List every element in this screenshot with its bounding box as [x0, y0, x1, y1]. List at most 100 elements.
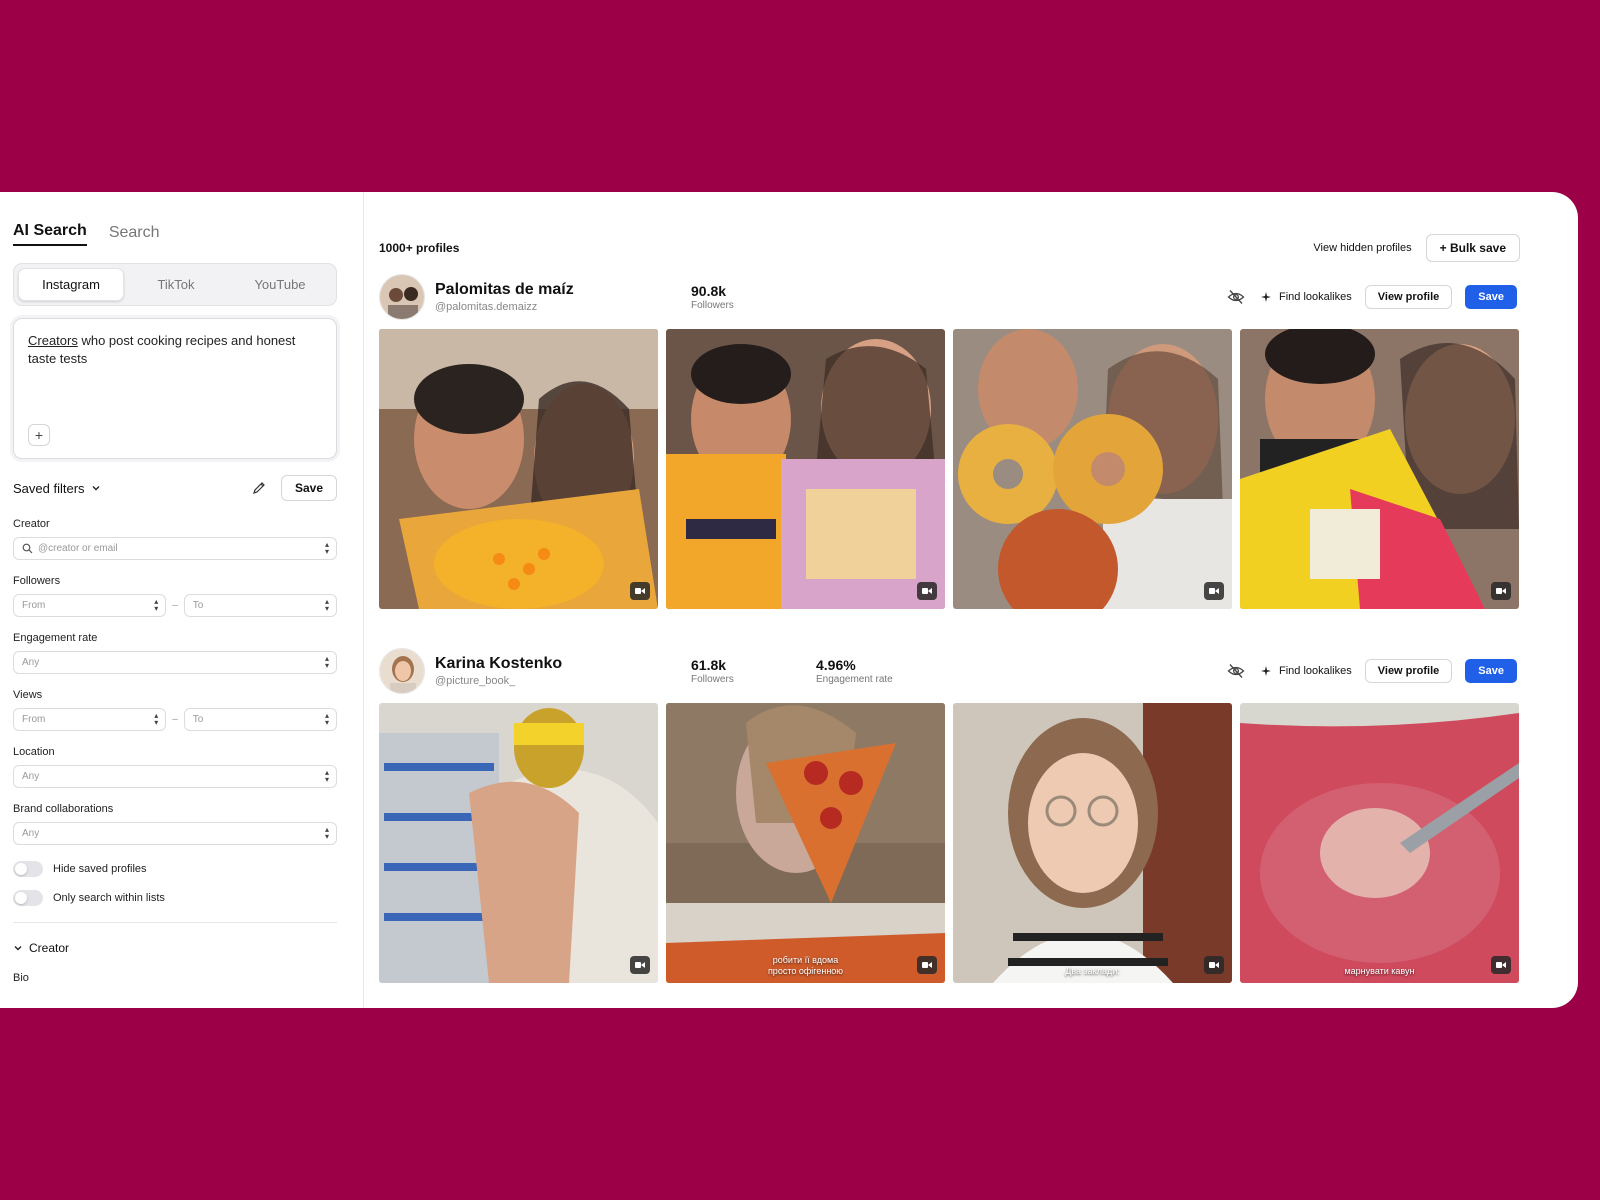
engagement-value: 4.96% — [816, 657, 856, 673]
profile-identity: Karina Kostenko @picture_book_ — [435, 655, 691, 687]
find-lookalikes-button[interactable]: Find lookalikes — [1260, 665, 1352, 677]
only-lists-toggle-row[interactable]: Only search within lists — [13, 890, 337, 906]
range-dash: – — [172, 600, 178, 611]
profile-handle: @picture_book_ — [435, 675, 516, 687]
app-window: AI Search Search Instagram TikTok YouTub… — [0, 192, 1578, 1008]
updown-chevron-icon: ▴ ▾ — [154, 711, 159, 727]
updown-chevron-icon: ▴ ▾ — [324, 825, 329, 841]
followers-to-placeholder: To — [192, 600, 204, 611]
post-thumbnail[interactable] — [666, 329, 945, 609]
bulk-save-button[interactable]: + Bulk save — [1425, 234, 1520, 262]
creator-section-title: Creator — [29, 941, 70, 955]
save-filters-button[interactable]: Save — [280, 475, 337, 501]
divider — [13, 922, 337, 923]
prompt-keyword: Creators — [28, 333, 78, 348]
post-thumbnail[interactable]: Два заклади: — [953, 703, 1232, 983]
post-thumbnail[interactable] — [379, 703, 658, 983]
profile-header: Palomitas de maíz @palomitas.demaizz 90.… — [379, 273, 1564, 321]
post-caption: Два заклади: — [1065, 966, 1120, 976]
updown-chevron-icon: ▴ ▾ — [324, 768, 329, 784]
updown-chevron-icon: ▴ ▾ — [324, 540, 329, 556]
save-profile-button[interactable]: Save — [1465, 285, 1517, 309]
chevron-down-icon — [92, 486, 100, 491]
post-thumbnail[interactable] — [953, 329, 1232, 609]
platform-instagram[interactable]: Instagram — [18, 268, 124, 301]
post-thumbnails: робити її вдома просто офігенною Два зак… — [379, 703, 1564, 983]
location-select[interactable]: Any ▴ ▾ — [13, 765, 337, 788]
hide-saved-toggle-row[interactable]: Hide saved profiles — [13, 861, 337, 877]
prompt-text: Creators who post cooking recipes and ho… — [28, 332, 322, 368]
saved-filters-dropdown[interactable]: Saved filters — [13, 481, 101, 496]
view-hidden-profiles-link[interactable]: View hidden profiles — [1313, 242, 1411, 254]
find-lookalikes-label: Find lookalikes — [1278, 665, 1352, 677]
video-icon — [917, 582, 937, 600]
creator-input[interactable]: @creator or email ▴ ▾ — [13, 537, 337, 560]
views-from-placeholder: From — [22, 714, 46, 725]
updown-chevron-icon: ▴ ▾ — [324, 597, 329, 613]
view-profile-button[interactable]: View profile — [1364, 285, 1453, 309]
add-attachment-button[interactable]: + — [28, 424, 50, 446]
engagement-value: Any — [22, 657, 40, 668]
video-icon — [630, 956, 650, 974]
profile-actions: Find lookalikes View profile Save — [1225, 659, 1517, 683]
followers-label: Followers — [13, 575, 61, 587]
ai-prompt-input[interactable]: Creators who post cooking recipes and ho… — [13, 318, 337, 459]
followers-label: Followers — [691, 300, 734, 311]
sparkle-icon — [1260, 292, 1271, 302]
followers-stat: 90.8k Followers — [691, 283, 816, 311]
profile-name[interactable]: Palomitas de maíz — [435, 281, 691, 299]
engagement-select[interactable]: Any ▴ ▾ — [13, 651, 337, 674]
views-label: Views — [13, 689, 43, 701]
only-lists-toggle[interactable] — [13, 890, 43, 906]
engagement-label: Engagement rate — [13, 632, 98, 644]
creator-placeholder: @creator or email — [38, 543, 118, 554]
creator-section-toggle[interactable]: Creator — [13, 941, 337, 955]
post-thumbnail[interactable] — [1240, 329, 1519, 609]
profile-actions: Find lookalikes View profile Save — [1225, 285, 1517, 309]
followers-from[interactable]: From ▴ ▾ — [13, 594, 167, 617]
followers-value: 90.8k — [691, 283, 727, 299]
hide-saved-toggle[interactable] — [13, 861, 43, 877]
view-profile-button[interactable]: View profile — [1364, 659, 1453, 683]
post-thumbnail[interactable]: робити її вдома просто офігенною — [666, 703, 945, 983]
only-lists-label: Only search within lists — [53, 892, 165, 904]
brand-value: Any — [22, 828, 40, 839]
mode-tabs: AI Search Search — [13, 216, 337, 246]
pencil-icon[interactable] — [249, 478, 269, 498]
views-from[interactable]: From ▴ ▾ — [13, 708, 167, 731]
profile-name[interactable]: Karina Kostenko — [435, 655, 691, 673]
profile-card: Palomitas de maíz @palomitas.demaizz 90.… — [379, 273, 1564, 609]
brand-select[interactable]: Any ▴ ▾ — [13, 822, 337, 845]
location-value: Any — [22, 771, 40, 782]
search-icon — [22, 543, 33, 554]
find-lookalikes-button[interactable]: Find lookalikes — [1260, 291, 1352, 303]
avatar[interactable] — [379, 274, 425, 320]
saved-filters-label: Saved filters — [13, 480, 85, 496]
engagement-label: Engagement rate — [816, 674, 893, 685]
brand-label: Brand collaborations — [13, 803, 114, 815]
profile-header: Karina Kostenko @picture_book_ 61.8k Fol… — [379, 647, 1564, 695]
hide-saved-label: Hide saved profiles — [53, 863, 147, 875]
sparkle-icon — [1260, 666, 1271, 676]
profile-card: Karina Kostenko @picture_book_ 61.8k Fol… — [379, 647, 1564, 983]
post-thumbnail[interactable]: марнувати кавун — [1240, 703, 1519, 983]
tab-ai-search[interactable]: AI Search — [13, 222, 87, 246]
platform-youtube[interactable]: YouTube — [228, 268, 332, 301]
followers-label: Followers — [691, 674, 734, 685]
views-to[interactable]: To ▴ ▾ — [183, 708, 337, 731]
post-thumbnail[interactable] — [379, 329, 658, 609]
chevron-down-icon — [14, 946, 22, 951]
save-profile-button[interactable]: Save — [1465, 659, 1517, 683]
saved-filters-row: Saved filters Save — [13, 473, 337, 503]
bio-label: Bio — [13, 972, 29, 984]
post-caption: робити її вдома просто офігенною — [767, 955, 844, 976]
eye-off-icon[interactable] — [1225, 660, 1247, 682]
eye-off-icon[interactable] — [1225, 286, 1247, 308]
avatar[interactable] — [379, 648, 425, 694]
tab-search[interactable]: Search — [109, 224, 160, 246]
filters-sidebar: AI Search Search Instagram TikTok YouTub… — [0, 192, 364, 1008]
followers-to[interactable]: To ▴ ▾ — [183, 594, 337, 617]
platform-tiktok[interactable]: TikTok — [124, 268, 228, 301]
followers-from-placeholder: From — [22, 600, 46, 611]
followers-stat: 61.8k Followers — [691, 657, 816, 685]
